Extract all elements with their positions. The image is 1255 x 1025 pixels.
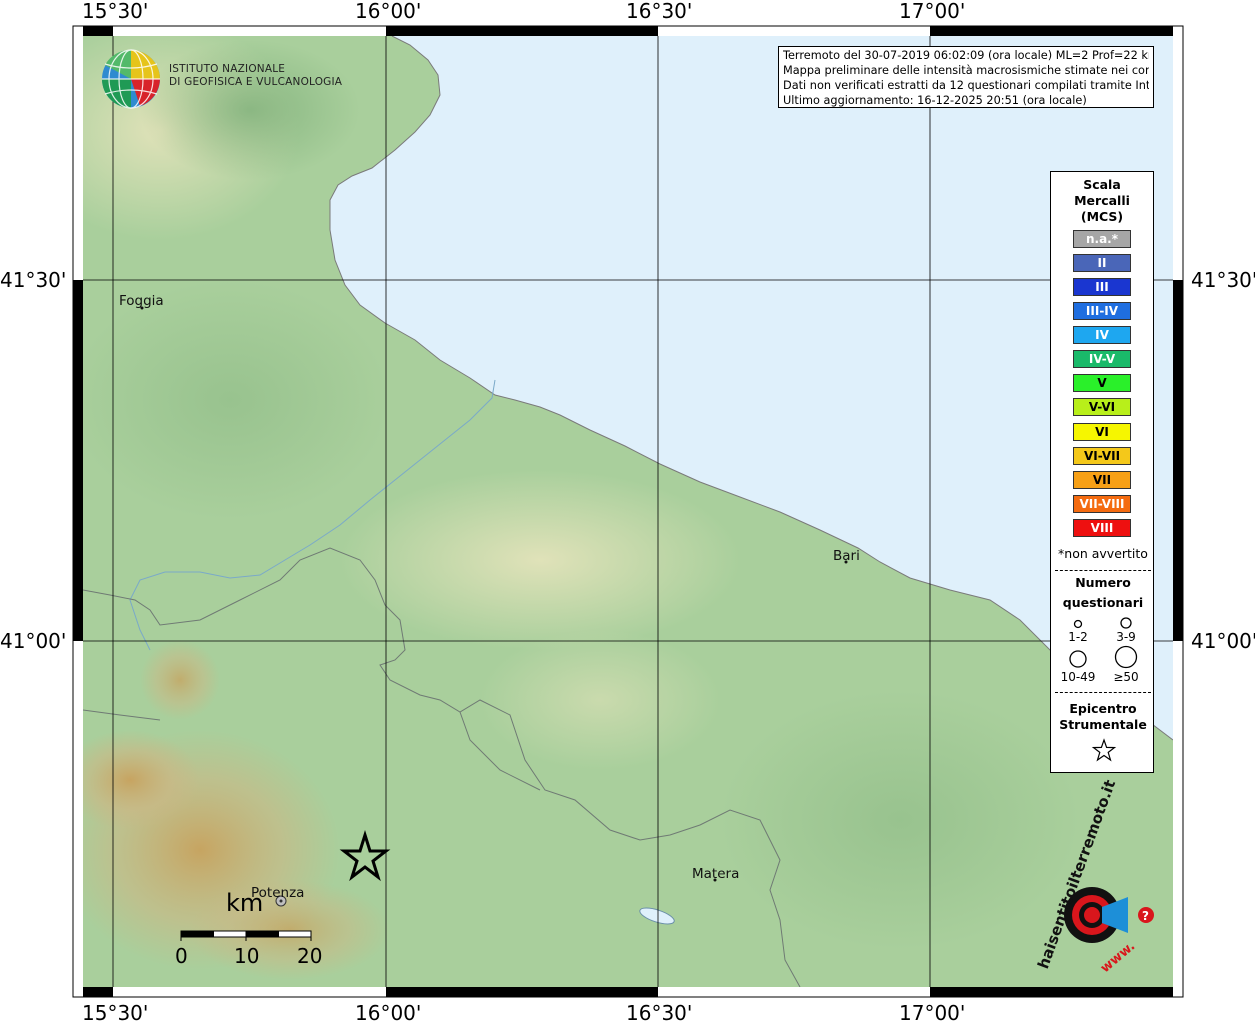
count-circle-large [1069, 650, 1087, 668]
ingv-logo-line2: DI GEOFISICA E VULCANOLOGIA [169, 76, 343, 88]
scale-label-0: 0 [175, 944, 188, 968]
legend-swatch-viii: VIII [1073, 519, 1131, 537]
scale-unit: km [226, 889, 264, 917]
legend-count-title: Numero questionari [1051, 573, 1155, 613]
ingv-logo-line1: ISTITUTO NAZIONALE [169, 63, 286, 75]
city-label-bari: Bari [833, 548, 860, 564]
count-label-10-49: 10-49 [1060, 670, 1096, 684]
city-label-matera: Matera [692, 866, 740, 882]
info-line-2: Mappa preliminare delle intensità macros… [783, 64, 1149, 77]
legend-title-line2: Mercalli [1074, 193, 1130, 208]
legend-swatch-vi-vii: VI-VII [1073, 447, 1131, 465]
bottom-tick-1600: 16°00' [355, 1001, 422, 1025]
info-line-4: Ultimo aggiornamento: 16-12-2025 20:51 (… [783, 94, 1087, 107]
legend-title-line1: Scala [1083, 177, 1121, 192]
legend-swatch-vii: VII [1073, 471, 1131, 489]
ingv-logo-text: ISTITUTO NAZIONALE DI GEOFISICA E VULCAN… [169, 63, 342, 89]
legend-swatch-iv: IV [1073, 326, 1131, 344]
count-label-1-2: 1-2 [1068, 630, 1088, 644]
legend-swatch-iii: III [1073, 278, 1131, 296]
legend-title-line3: (MCS) [1080, 209, 1124, 224]
top-tick-1630: 16°30' [626, 0, 693, 23]
legend-swatch-vi: VI [1073, 423, 1131, 441]
ingv-logo [102, 49, 160, 109]
bottom-tick-1530: 15°30' [82, 1001, 149, 1025]
info-line-3: Dati non verificati estratti da 12 quest… [783, 79, 1149, 92]
top-tick-1530: 15°30' [82, 0, 149, 23]
count-circle-xlarge [1114, 645, 1138, 669]
legend-na-note: *non avvertito [1058, 546, 1148, 561]
legend-title: Scala Mercalli (MCS) [1051, 177, 1153, 225]
legend-divider [1055, 570, 1151, 571]
count-circle-medium [1120, 617, 1132, 629]
epicenter-line1: Epicentro [1069, 701, 1137, 716]
legend-divider-2 [1055, 692, 1151, 693]
legend-swatch-n-a-: n.a.* [1073, 230, 1131, 248]
count-label-50: ≥50 [1113, 670, 1139, 684]
earthquake-info-box: Terremoto del 30-07-2019 06:02:09 (ora l… [778, 46, 1154, 108]
legend-swatch-v: V [1073, 374, 1131, 392]
left-tick-4130: 41°30' [0, 268, 67, 292]
right-tick-4100: 41°00' [1191, 629, 1255, 653]
scale-label-20: 20 [297, 944, 323, 968]
epicenter-line2: Strumentale [1059, 717, 1147, 732]
city-label-foggia: Foggia [119, 293, 164, 309]
count-title-line1: Numero [1075, 575, 1131, 590]
legend-swatch-v-vi: V-VI [1073, 398, 1131, 416]
top-tick-1600: 16°00' [355, 0, 422, 23]
legend-swatch-iii-iv: III-IV [1073, 302, 1131, 320]
svg-text:?: ? [1142, 909, 1149, 923]
count-circle-small [1073, 619, 1083, 629]
bottom-tick-1700: 17°00' [899, 1001, 966, 1025]
bottom-tick-1630: 16°30' [626, 1001, 693, 1025]
legend-swatch-iv-v: IV-V [1073, 350, 1131, 368]
legend-swatch-vii-viii: VII-VIII [1073, 495, 1131, 513]
right-tick-4130: 41°30' [1191, 268, 1255, 292]
left-tick-4100: 41°00' [0, 629, 67, 653]
count-title-line2: questionari [1062, 595, 1144, 610]
info-line-1: Terremoto del 30-07-2019 06:02:09 (ora l… [783, 49, 1149, 62]
count-label-3-9: 3-9 [1116, 630, 1136, 644]
legend-swatch-ii: II [1073, 254, 1131, 272]
legend-epicenter-title: Epicentro Strumentale [1051, 701, 1155, 733]
legend-star-icon [1091, 738, 1117, 762]
scale-label-10: 10 [234, 944, 260, 968]
mcs-legend: Scala Mercalli (MCS) n.a.* II III III-IV IV I… [1050, 171, 1154, 773]
top-tick-1700: 17°00' [899, 0, 966, 23]
